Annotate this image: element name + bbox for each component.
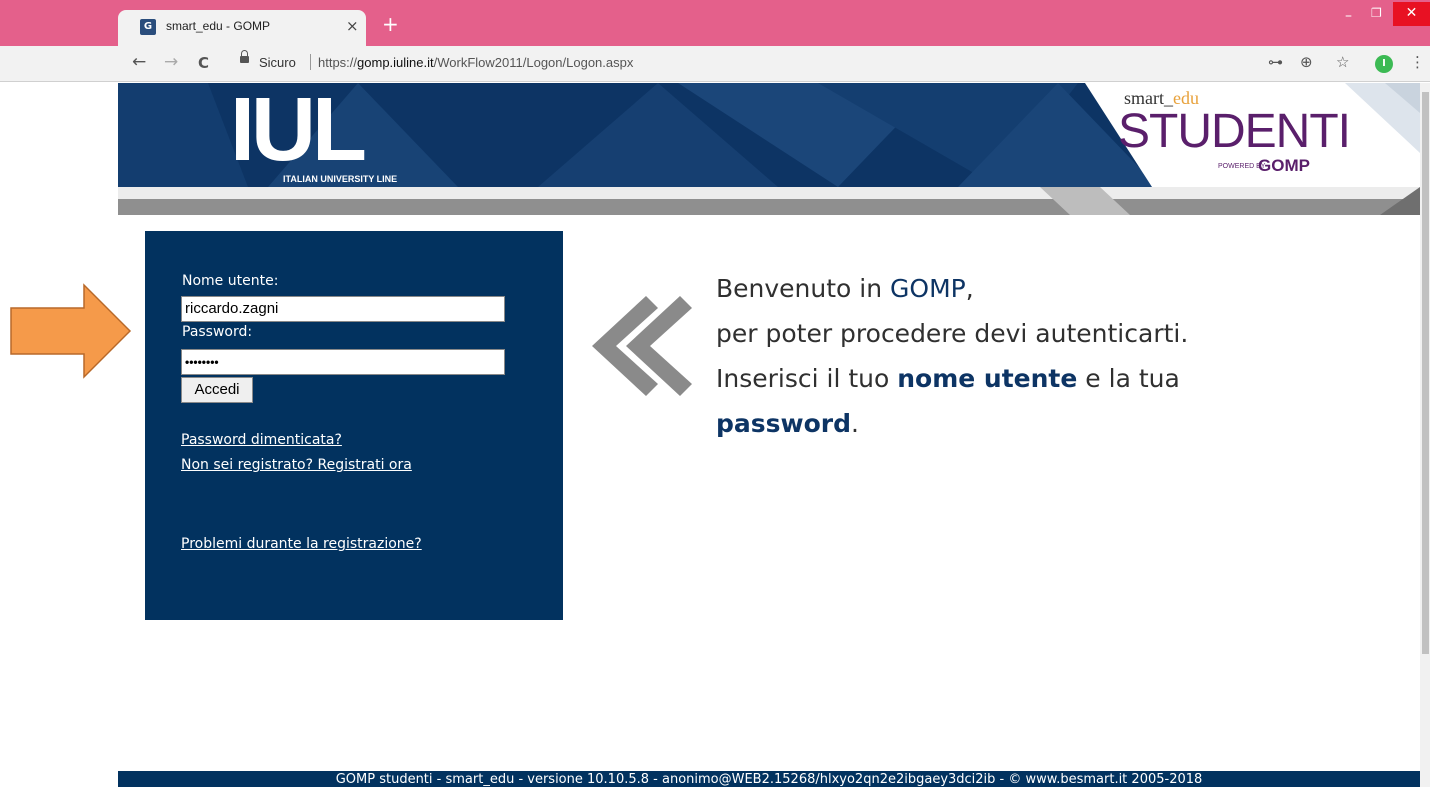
welcome-line-3-prefix: Inserisci il tuo — [716, 364, 898, 393]
welcome-comma: , — [965, 274, 974, 303]
username-input[interactable]: riccardo.zagni — [181, 296, 505, 322]
welcome-line-2: per poter procedere devi autenticarti. — [716, 319, 1189, 348]
security-label[interactable]: Sicuro — [259, 55, 296, 70]
browser-tab[interactable]: G smart_edu - GOMP × — [118, 10, 366, 46]
gomp-logo: GOMP — [1258, 156, 1310, 175]
iul-logo-subtitle: ITALIAN UNIVERSITY LINE — [283, 174, 398, 184]
iul-logo: IUL — [230, 80, 367, 180]
url-domain: gomp.iuline.it — [357, 55, 434, 70]
tab-title: smart_edu - GOMP — [166, 19, 271, 33]
studenti-brand: STUDENTI — [1118, 105, 1351, 158]
divider-pattern — [1040, 187, 1420, 215]
forgot-password-link[interactable]: Password dimenticata? — [181, 432, 342, 448]
password-input[interactable]: •••••••• — [181, 349, 505, 375]
profile-avatar[interactable]: I — [1375, 55, 1393, 73]
bookmark-star-icon[interactable]: ☆ — [1336, 53, 1349, 71]
lock-icon[interactable] — [240, 50, 249, 63]
welcome-gomp: GOMP — [890, 274, 966, 303]
tab-close-icon[interactable]: × — [346, 17, 359, 35]
zoom-icon[interactable]: ⊕ — [1300, 53, 1313, 71]
browser-titlebar: G smart_edu - GOMP × + – ❐ ✕ — [0, 0, 1430, 46]
password-label: Password: — [182, 324, 253, 340]
welcome-username-emphasis: nome utente — [897, 364, 1078, 393]
page-footer: GOMP studenti - smart_edu - versione 10.… — [118, 771, 1420, 787]
url-separator — [310, 54, 311, 70]
welcome-password-emphasis: password — [716, 409, 852, 438]
window-minimize-button[interactable]: – — [1345, 8, 1352, 24]
window-close-button[interactable]: ✕ — [1393, 2, 1430, 26]
gomp-favicon-icon: G — [140, 19, 156, 35]
double-chevron-left-icon — [592, 296, 692, 396]
registration-problems-link[interactable]: Problemi durante la registrazione? — [181, 536, 422, 552]
url-prefix: https:// — [318, 55, 358, 70]
username-label: Nome utente: — [182, 273, 279, 289]
welcome-line-3-suffix: e la tua — [1077, 364, 1180, 393]
menu-dots-icon[interactable]: ⋮ — [1410, 53, 1425, 71]
welcome-prefix: Benvenuto in — [716, 274, 891, 303]
new-tab-button[interactable]: + — [382, 14, 399, 34]
welcome-line-4: password. — [716, 401, 1188, 446]
annotation-arrow-icon — [10, 283, 132, 379]
welcome-line-1: Benvenuto in GOMP, — [716, 266, 1188, 311]
key-icon[interactable]: ⊶ — [1268, 53, 1283, 71]
login-panel — [145, 231, 563, 620]
welcome-line-3: Inserisci il tuo nome utente e la tua — [716, 356, 1188, 401]
reload-icon[interactable]: C — [198, 54, 209, 72]
welcome-period: . — [851, 409, 859, 438]
register-link[interactable]: Non sei registrato? Registrati ora — [181, 457, 412, 473]
login-button[interactable]: Accedi — [181, 377, 253, 403]
scrollbar-thumb[interactable] — [1422, 92, 1429, 654]
forward-arrow-icon[interactable]: → — [164, 52, 178, 72]
window-maximize-button[interactable]: ❐ — [1371, 6, 1382, 20]
browser-toolbar: ← → C Sicuro https://gomp.iuline.it/Work… — [0, 46, 1430, 82]
welcome-message: Benvenuto in GOMP, per poter procedere d… — [716, 266, 1188, 446]
url-path: /WorkFlow2011/Logon/Logon.aspx — [433, 55, 634, 70]
back-arrow-icon[interactable]: ← — [132, 52, 146, 72]
address-bar-url[interactable]: https://gomp.iuline.it/WorkFlow2011/Logo… — [318, 55, 633, 70]
